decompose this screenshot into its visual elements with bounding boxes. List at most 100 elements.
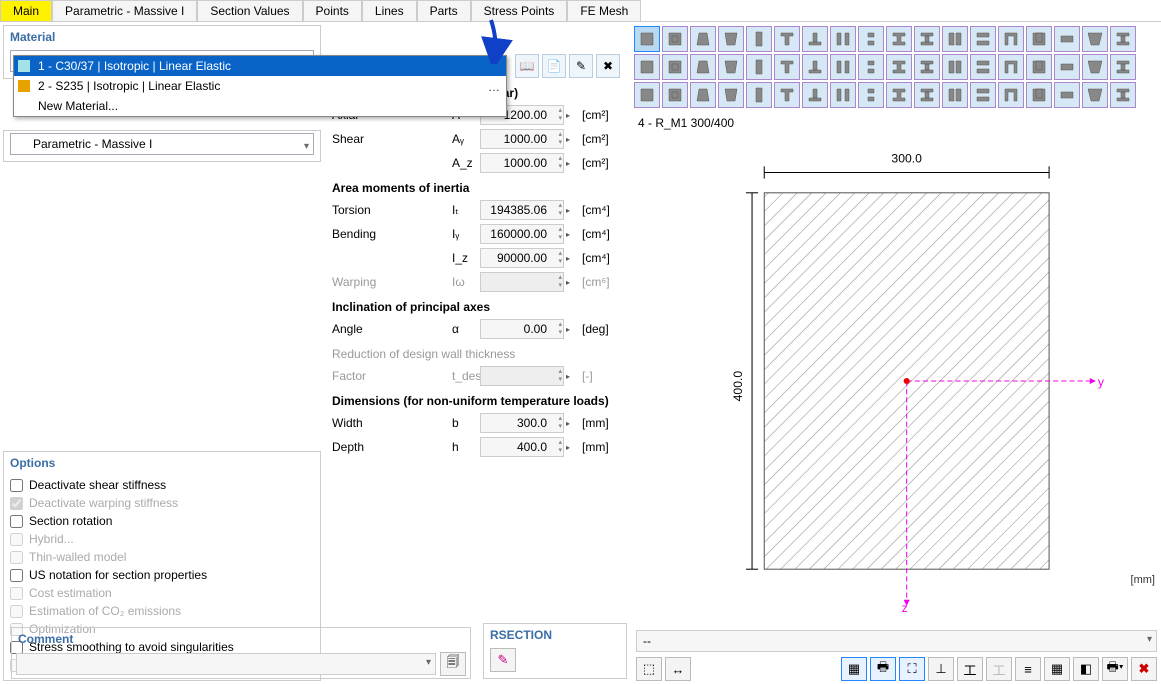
tool-pick[interactable]: ⬚ <box>636 657 662 681</box>
shape-option[interactable] <box>886 82 912 108</box>
material-dropdown[interactable]: 1 - C30/37 | Isotropic | Linear Elastic … <box>13 55 507 117</box>
shape-option[interactable] <box>718 82 744 108</box>
shape-option[interactable] <box>634 54 660 80</box>
print2-icon[interactable]: 🖶▾ <box>1102 657 1128 681</box>
shape-option[interactable] <box>634 82 660 108</box>
value-input[interactable]: 1000.00▴▾ <box>480 153 564 173</box>
library-button[interactable]: 📖 <box>515 54 539 78</box>
go-icon[interactable]: ▸ <box>566 278 580 287</box>
value-input[interactable]: 160000.00▴▾ <box>480 224 564 244</box>
go-icon[interactable]: ▸ <box>566 230 580 239</box>
tab-parts[interactable]: Parts <box>417 0 471 21</box>
shape-option[interactable] <box>998 26 1024 52</box>
view-stress[interactable]: 工 <box>986 657 1012 681</box>
view-shaded[interactable]: ▦ <box>841 657 867 681</box>
material-option-2[interactable]: 2 - S235 | Isotropic | Linear Elastic … <box>14 76 506 96</box>
shape-option[interactable] <box>858 26 884 52</box>
option-deactivate-shear-stiffne[interactable]: Deactivate shear stiffness <box>10 476 314 494</box>
comment-input[interactable]: ▾ <box>16 653 436 675</box>
shape-option[interactable] <box>942 82 968 108</box>
comment-browse-button[interactable]: 🗐 <box>440 652 466 676</box>
shape-option[interactable] <box>746 82 772 108</box>
shape-option[interactable] <box>1026 82 1052 108</box>
new-button[interactable]: 📄 <box>542 54 566 78</box>
print-icon[interactable]: 🖶 <box>870 657 896 681</box>
shape-option[interactable] <box>662 82 688 108</box>
shape-option[interactable] <box>1082 26 1108 52</box>
go-icon[interactable]: ▸ <box>566 206 580 215</box>
tab-parametric[interactable]: Parametric - Massive I <box>52 0 197 21</box>
shape-option[interactable] <box>1082 82 1108 108</box>
option-section-rotation[interactable]: Section rotation <box>10 512 314 530</box>
material-option-new[interactable]: New Material... <box>14 96 506 116</box>
close-icon[interactable]: ✖ <box>1131 657 1157 681</box>
shape-option[interactable] <box>1054 54 1080 80</box>
go-icon[interactable]: ▸ <box>566 111 580 120</box>
shape-option[interactable] <box>998 82 1024 108</box>
shape-option[interactable] <box>690 54 716 80</box>
shape-option[interactable] <box>1082 54 1108 80</box>
shape-option[interactable] <box>914 54 940 80</box>
shape-option[interactable] <box>830 26 856 52</box>
shape-option[interactable] <box>886 54 912 80</box>
rsection-button[interactable]: ✎ <box>490 648 516 672</box>
section-type-select[interactable]: Parametric - Massive I ▾ <box>10 133 314 155</box>
shape-option[interactable] <box>802 54 828 80</box>
shape-option[interactable] <box>830 82 856 108</box>
tab-lines[interactable]: Lines <box>362 0 417 21</box>
material-option-1[interactable]: 1 - C30/37 | Isotropic | Linear Elastic <box>14 56 506 76</box>
shape-option[interactable] <box>1026 54 1052 80</box>
view-fit[interactable]: ⛶ <box>899 657 925 681</box>
view-grid[interactable]: ▦ <box>1044 657 1070 681</box>
shape-option[interactable] <box>634 26 660 52</box>
go-icon[interactable]: ▸ <box>566 372 580 381</box>
view-axes[interactable]: ⊥ <box>928 657 954 681</box>
value-input[interactable]: ▴▾ <box>480 366 564 386</box>
shape-option[interactable] <box>662 54 688 80</box>
shape-option[interactable] <box>1110 26 1136 52</box>
value-input[interactable]: 1000.00▴▾ <box>480 129 564 149</box>
shape-option[interactable] <box>858 54 884 80</box>
go-icon[interactable]: ▸ <box>566 443 580 452</box>
shape-option[interactable] <box>914 82 940 108</box>
view-legend[interactable]: ◧ <box>1073 657 1099 681</box>
shape-option[interactable] <box>970 82 996 108</box>
value-input[interactable]: 400.0▴▾ <box>480 437 564 457</box>
more-icon[interactable]: … <box>488 80 500 94</box>
shape-option[interactable] <box>774 54 800 80</box>
shape-option[interactable] <box>718 26 744 52</box>
tab-stress-points[interactable]: Stress Points <box>471 0 568 21</box>
go-icon[interactable]: ▸ <box>566 419 580 428</box>
shape-option[interactable] <box>942 26 968 52</box>
shape-option[interactable] <box>1110 54 1136 80</box>
tab-main[interactable]: Main <box>0 0 52 21</box>
go-icon[interactable]: ▸ <box>566 159 580 168</box>
shape-option[interactable] <box>690 82 716 108</box>
tool-measure[interactable]: ↔ <box>665 657 691 681</box>
shape-option[interactable] <box>1026 26 1052 52</box>
shape-option[interactable] <box>718 54 744 80</box>
shape-option[interactable] <box>998 54 1024 80</box>
edit-button[interactable]: ✎ <box>569 54 593 78</box>
shape-option[interactable] <box>774 26 800 52</box>
shape-option[interactable] <box>1054 26 1080 52</box>
go-icon[interactable]: ▸ <box>566 325 580 334</box>
shape-option[interactable] <box>690 26 716 52</box>
view-values[interactable]: ≡ <box>1015 657 1041 681</box>
value-input[interactable]: 194385.06▴▾ <box>480 200 564 220</box>
shape-option[interactable] <box>802 26 828 52</box>
shape-option[interactable] <box>886 26 912 52</box>
option-us-notation-for-section-[interactable]: US notation for section properties <box>10 566 314 584</box>
value-input[interactable]: 90000.00▴▾ <box>480 248 564 268</box>
shape-option[interactable] <box>746 54 772 80</box>
view-combo[interactable]: -- ▾ <box>636 630 1157 652</box>
shape-option[interactable] <box>942 54 968 80</box>
tab-section-values[interactable]: Section Values <box>197 0 302 21</box>
delete-button[interactable]: ✖ <box>596 54 620 78</box>
value-input[interactable]: 0.00▴▾ <box>480 319 564 339</box>
tab-points[interactable]: Points <box>303 0 362 21</box>
shape-option[interactable] <box>830 54 856 80</box>
view-section[interactable]: 工 <box>957 657 983 681</box>
tab-fe-mesh[interactable]: FE Mesh <box>567 0 641 21</box>
go-icon[interactable]: ▸ <box>566 254 580 263</box>
